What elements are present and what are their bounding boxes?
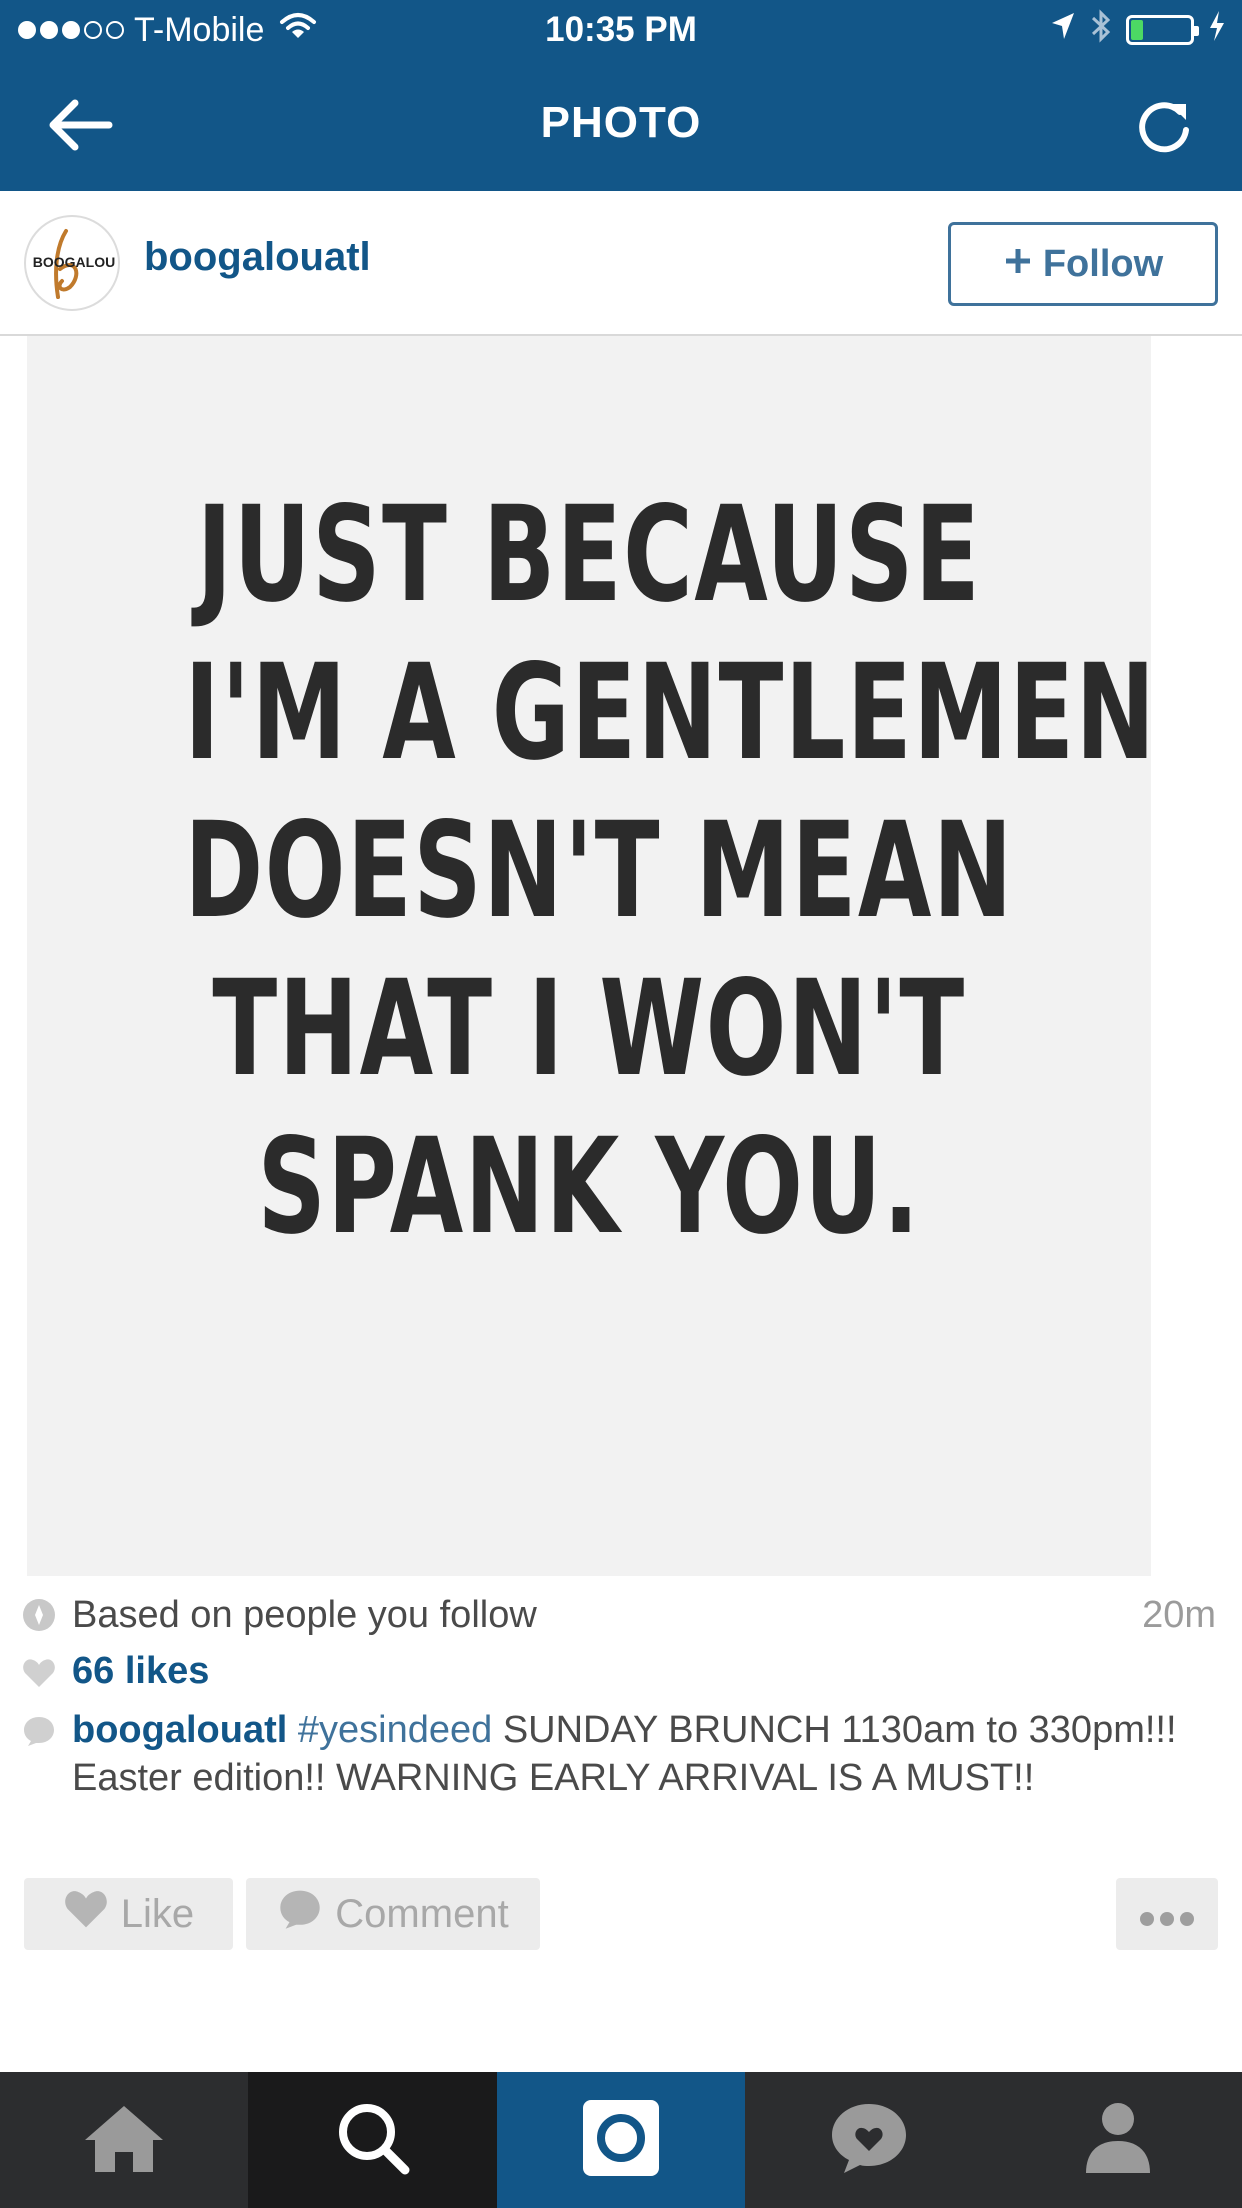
caption-hashtag[interactable]: #yesindeed xyxy=(298,1709,492,1751)
comment-bubble-icon xyxy=(277,1888,323,1940)
caption-username[interactable]: boogalouatl xyxy=(72,1709,287,1751)
status-bar: T-Mobile 10:35 PM xyxy=(0,0,1242,60)
tab-profile[interactable] xyxy=(994,2072,1242,2208)
refresh-icon[interactable] xyxy=(1128,90,1200,162)
battery-level xyxy=(1131,20,1143,40)
compass-icon xyxy=(22,1598,56,1632)
suggestion-text: Based on people you follow xyxy=(72,1594,537,1636)
navigation-bar: PHOTO xyxy=(0,60,1242,191)
heart-icon xyxy=(63,1888,109,1940)
top-bar: T-Mobile 10:35 PM PHOTO xyxy=(0,0,1242,191)
photo-quote-line: SPANK YOU. xyxy=(257,1110,921,1264)
avatar-logo-text: BOOGALOU xyxy=(33,254,115,270)
location-arrow-icon xyxy=(1050,11,1076,50)
page-title: PHOTO xyxy=(540,98,702,147)
profile-icon xyxy=(1083,2101,1153,2180)
post-header: BOOGALOU boogalouatl Follow xyxy=(0,191,1242,336)
tab-bar xyxy=(0,2072,1242,2208)
likes-row: 66 likes xyxy=(0,1650,1242,1698)
photo-quote-text: JUST BECAUSE I'M A GENTLEMEN DOESN'T MEAN T… xyxy=(184,476,1157,1266)
bluetooth-icon xyxy=(1090,8,1112,53)
search-icon xyxy=(335,2100,411,2181)
comment-bubble-icon xyxy=(22,1714,56,1748)
photo-quote-line: JUST BECAUSE xyxy=(196,478,982,632)
post-username[interactable]: boogalouatl xyxy=(144,235,371,280)
caption-row: boogalouatl #yesindeed SUNDAY BRUNCH 113… xyxy=(0,1706,1242,1856)
more-options-button[interactable] xyxy=(1116,1878,1218,1950)
tab-camera[interactable] xyxy=(496,2072,746,2208)
charging-bolt-icon xyxy=(1208,10,1226,51)
follow-label: Follow xyxy=(1042,242,1164,285)
photo-quote-line: I'M A GENTLEMEN xyxy=(184,636,1157,790)
home-icon xyxy=(81,2102,167,2179)
plus-icon xyxy=(1003,243,1033,286)
comment-label: Comment xyxy=(335,1891,509,1936)
photo-quote-line: DOESN'T MEAN xyxy=(184,794,1014,948)
photo-quote-line: THAT I WON'T xyxy=(212,952,966,1106)
battery-icon xyxy=(1126,15,1199,45)
camera-icon xyxy=(581,2098,661,2183)
avatar[interactable]: BOOGALOU xyxy=(24,215,120,311)
like-button[interactable]: Like xyxy=(24,1878,233,1950)
caption: boogalouatl #yesindeed SUNDAY BRUNCH 113… xyxy=(72,1706,1192,1802)
post-photo[interactable]: JUST BECAUSE I'M A GENTLEMEN DOESN'T MEAN T… xyxy=(27,336,1157,1576)
tab-activity[interactable] xyxy=(745,2072,993,2208)
comment-button[interactable]: Comment xyxy=(246,1878,540,1950)
activity-heart-icon xyxy=(829,2101,909,2180)
post-time: 20m xyxy=(1142,1594,1216,1636)
like-label: Like xyxy=(120,1891,195,1936)
follow-button[interactable]: Follow xyxy=(948,222,1218,306)
tab-home[interactable] xyxy=(0,2072,248,2208)
likes-count[interactable]: 66 likes xyxy=(72,1650,209,1693)
heart-icon xyxy=(22,1656,56,1690)
more-dots-icon xyxy=(1139,1892,1195,1937)
suggestion-row: Based on people you follow 20m xyxy=(0,1594,1242,1642)
status-right xyxy=(1050,8,1226,53)
tab-search[interactable] xyxy=(248,2072,497,2208)
